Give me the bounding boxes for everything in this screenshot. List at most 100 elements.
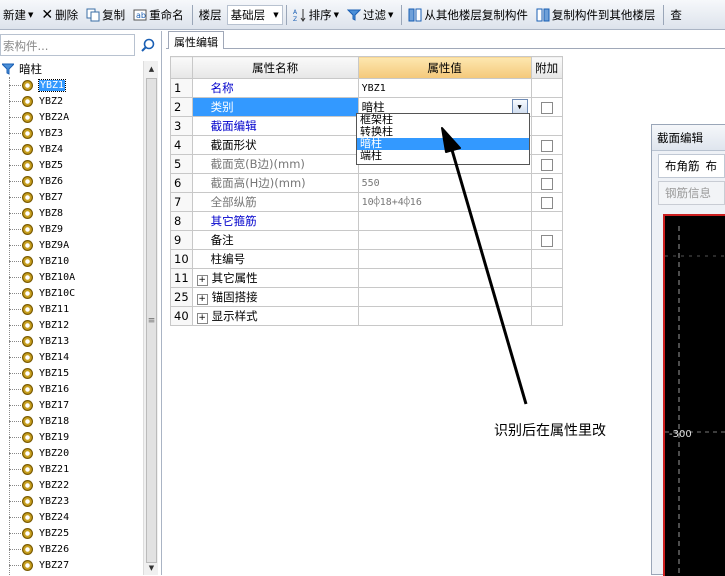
delete-button[interactable]: ✕ 删除 <box>38 3 81 27</box>
expand-icon[interactable]: + <box>196 313 208 324</box>
property-value[interactable] <box>357 230 532 250</box>
filter-button[interactable]: 过滤 ▼ <box>344 3 396 27</box>
component-tree: 暗柱 YBZ1 YBZ2 YBZ2A YBZ3 YBZ4 YBZ5 YBZ6 YBZ7 YBZ8… <box>0 61 143 575</box>
property-row[interactable]: 40 + 显示样式 <box>170 306 563 326</box>
tree-item[interactable]: YBZ7 <box>0 189 75 205</box>
tree-scrollbar[interactable]: ▲ ≡ ▼ <box>143 61 158 575</box>
extra-checkbox[interactable] <box>540 234 553 247</box>
extra-checkbox[interactable] <box>540 139 553 152</box>
search-input[interactable]: 索构件... <box>0 34 135 56</box>
property-value[interactable]: 10⌽18+4⌽16 <box>357 192 532 212</box>
floor-select[interactable]: 基础层 ▼ <box>226 4 283 25</box>
property-row[interactable]: 7 全部纵筋 10⌽18+4⌽16 <box>170 192 563 212</box>
sort-button[interactable]: AZ 排序 ▼ <box>290 3 342 27</box>
filter-icon <box>347 9 362 21</box>
tree-item[interactable]: YBZ1 <box>0 77 75 93</box>
copy-button[interactable]: 复制 <box>83 3 128 27</box>
property-value[interactable] <box>357 306 532 326</box>
property-name-label: 截面编辑 <box>210 119 257 133</box>
tree-item[interactable]: YBZ17 <box>0 397 75 413</box>
tree-item[interactable]: YBZ10A <box>0 269 75 285</box>
property-row[interactable]: 1 名称 YBZ1 <box>170 78 563 98</box>
tree-item[interactable]: YBZ2 <box>0 93 75 109</box>
tree-item[interactable]: YBZ5 <box>0 157 75 173</box>
extra-checkbox[interactable] <box>540 101 553 114</box>
scroll-up-icon[interactable]: ▲ <box>144 61 159 76</box>
property-row[interactable]: 25 + 锚固搭接 <box>170 287 563 307</box>
tree-item[interactable]: YBZ8 <box>0 205 75 221</box>
tree-item[interactable]: YBZ13 <box>0 333 75 349</box>
tree-item[interactable]: YBZ14 <box>0 349 75 365</box>
section-canvas[interactable]: -300 <box>663 214 725 576</box>
rebar-info-button[interactable]: 钢筋信息 <box>658 181 725 205</box>
property-row[interactable]: 10 柱编号 <box>170 249 563 269</box>
scroll-down-icon[interactable]: ▼ <box>144 560 159 575</box>
extra-checkbox[interactable] <box>540 158 553 171</box>
property-value[interactable]: YBZ1 <box>357 78 532 98</box>
tree-item[interactable]: YBZ3 <box>0 125 75 141</box>
tree-item[interactable]: YBZ15 <box>0 365 75 381</box>
tree-item[interactable]: YBZ9 <box>0 221 75 237</box>
property-value[interactable] <box>357 211 532 231</box>
tree-item[interactable]: YBZ11 <box>0 301 75 317</box>
tree-item[interactable]: YBZ25 <box>0 525 75 541</box>
property-row[interactable]: 9 备注 <box>170 230 563 250</box>
dropdown-option[interactable]: 暗柱 <box>357 138 529 150</box>
tree-item-label: YBZ1 <box>37 78 67 92</box>
scroll-thumb[interactable]: ≡ <box>146 78 157 563</box>
extra-cell <box>530 135 563 155</box>
component-gear-icon <box>22 559 33 571</box>
tree-item[interactable]: YBZ26 <box>0 541 75 557</box>
tree-item[interactable]: YBZ10C <box>0 285 75 301</box>
place-corner-rebar-button[interactable]: 布角筋 布 <box>658 154 725 178</box>
rename-button[interactable]: ab 重命名 <box>130 3 187 27</box>
tree-item[interactable]: YBZ27 <box>0 557 75 573</box>
tab-property-editor[interactable]: 属性编辑 <box>168 31 224 49</box>
dropdown-option[interactable]: 转换柱 <box>357 126 529 138</box>
tree-item[interactable]: YBZ6 <box>0 173 75 189</box>
tree-item[interactable]: YBZ16 <box>0 381 75 397</box>
copy-to-floor-button[interactable]: 复制构件到其他楼层 <box>533 3 659 27</box>
property-value-text: 550 <box>361 177 380 189</box>
copy-from-floor-button[interactable]: 从其他楼层复制构件 <box>405 3 531 27</box>
property-row[interactable]: 6 截面高(H边)(mm) 550 <box>170 173 563 193</box>
tree-item[interactable]: YBZ23 <box>0 493 75 509</box>
tree-item[interactable]: YBZ21 <box>0 461 75 477</box>
property-row[interactable]: 11 + 其它属性 <box>170 268 563 288</box>
tree-item[interactable]: YBZ12 <box>0 317 75 333</box>
dropdown-option[interactable]: 框架柱 <box>357 114 529 126</box>
extra-checkbox[interactable] <box>540 196 553 209</box>
dropdown-option[interactable]: 端柱 <box>357 150 529 162</box>
tree-root-hidden-column[interactable]: 暗柱 <box>2 61 42 77</box>
tree-item[interactable]: YBZ2A <box>0 109 75 125</box>
tree-item[interactable]: YBZ9A <box>0 237 75 253</box>
tree-item[interactable]: YBZ10 <box>0 253 75 269</box>
search-button[interactable] <box>137 34 159 56</box>
row-number: 8 <box>170 211 193 231</box>
tree-item[interactable]: YBZ19 <box>0 429 75 445</box>
tree-item-label: YBZ9 <box>39 223 64 235</box>
chevron-down-icon: ▼ <box>28 10 34 19</box>
property-value[interactable] <box>357 249 532 269</box>
property-value[interactable] <box>357 287 532 307</box>
expand-icon[interactable]: + <box>196 275 208 286</box>
tree-item[interactable]: YBZ18 <box>0 413 75 429</box>
tree-item[interactable]: YBZ4 <box>0 141 75 157</box>
expand-icon[interactable]: + <box>196 294 208 305</box>
find-button[interactable]: 查 <box>667 3 685 27</box>
tree-item[interactable]: YBZ24 <box>0 509 75 525</box>
tree-item-label: YBZ3 <box>39 127 64 139</box>
tree-item-label: YBZ8 <box>39 207 64 219</box>
property-value[interactable] <box>357 268 532 288</box>
new-button[interactable]: 新建 ▼ <box>0 3 36 27</box>
extra-checkbox[interactable] <box>540 177 553 190</box>
tree-item[interactable]: YBZ22 <box>0 477 75 493</box>
property-row[interactable]: 8 其它箍筋 <box>170 211 563 231</box>
rename-icon: ab <box>133 9 147 20</box>
property-value[interactable]: 550 <box>357 173 532 193</box>
chevron-down-icon: ▼ <box>273 10 279 19</box>
category-dropdown-list[interactable]: 框架柱 转换柱 暗柱 端柱 <box>356 113 530 165</box>
tree-item-label: YBZ2A <box>39 111 70 123</box>
property-value-header: 属性值 <box>357 56 532 79</box>
tree-item[interactable]: YBZ20 <box>0 445 75 461</box>
